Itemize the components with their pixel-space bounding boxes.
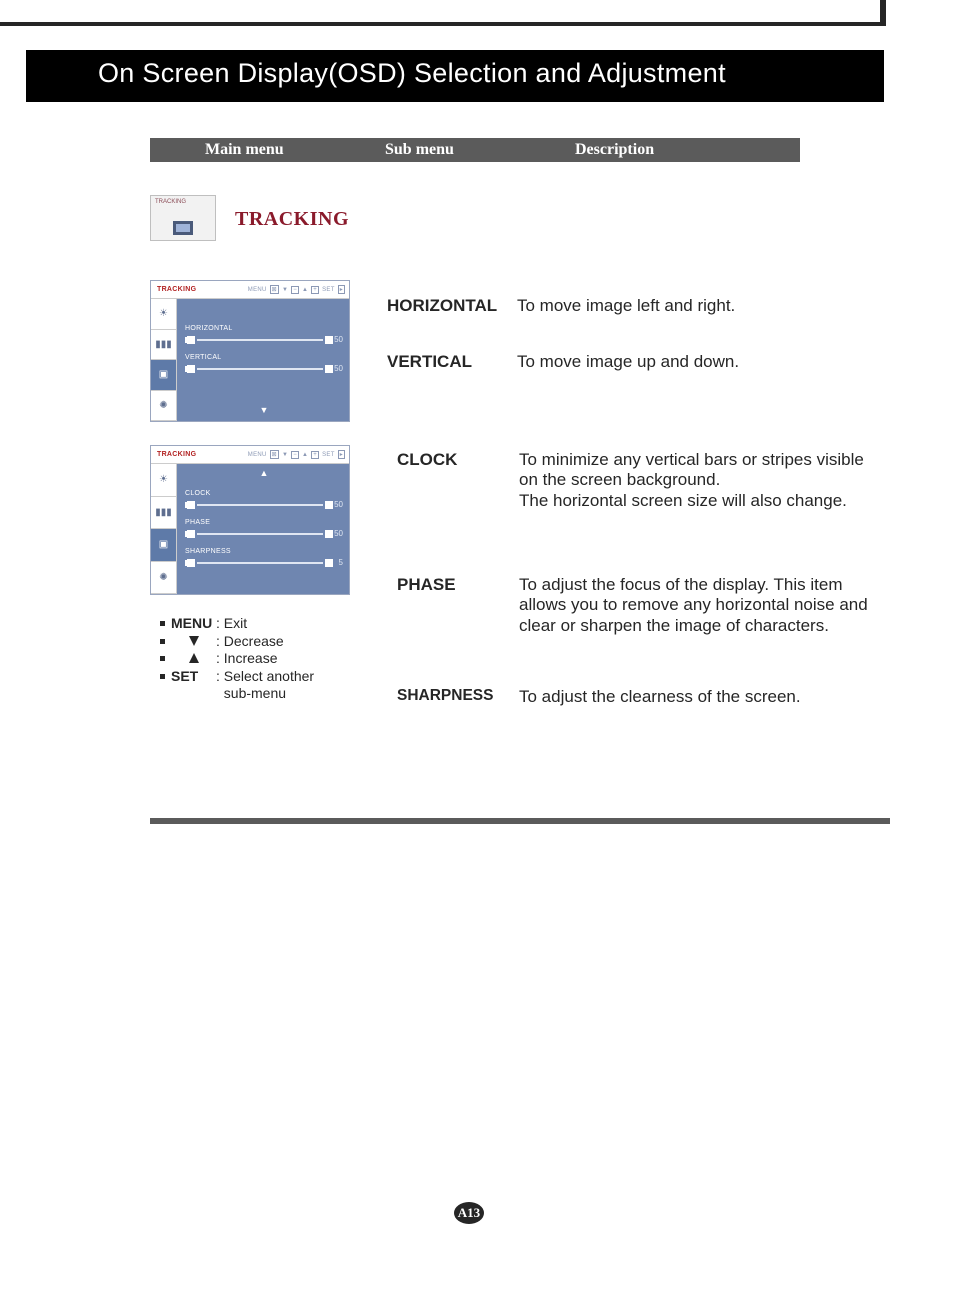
bullet-icon [160, 674, 165, 679]
osd2-menu-btn: MENU [248, 452, 267, 458]
desc-sharpness: SHARPNESS To adjust the clearness of the… [397, 687, 877, 711]
header-sub-menu: Sub menu [385, 141, 454, 159]
tracking-mini-icon [173, 221, 193, 235]
page-number: A13 [458, 1205, 480, 1221]
osd-screenshot-1: TRACKING MENU⊠ ▼− ▲+ SET▸ ☀ ▮▮▮ ▣ ✺ HORI… [150, 280, 350, 422]
osd2-panel: ▲ CLOCK 50 PHASE 50 SHARPNESS 5 [177, 464, 349, 594]
header-main-menu: Main menu [205, 141, 284, 159]
term-horizontal: HORIZONTAL [387, 296, 497, 316]
legend-increase: : Increase [160, 650, 314, 668]
osd2-header: TRACKING MENU⊠ ▼− ▲+ SET▸ [151, 446, 349, 464]
term-sharpness: SHARPNESS [397, 687, 493, 705]
desc-phase: PHASE To adjust the focus of the display… [397, 575, 877, 665]
osd1-title: TRACKING [157, 286, 196, 293]
osd1-panel: HORIZONTAL 50 VERTICAL 50 ▼ [177, 299, 349, 421]
osd2-title: TRACKING [157, 451, 196, 458]
tracking-icon: TRACKING [150, 195, 216, 241]
legend-increase-text: : Increase [216, 650, 277, 668]
bullet-icon [160, 656, 165, 661]
osd2-arrow-up-icon: ▲ [185, 468, 343, 478]
text-sharpness: To adjust the clearness of the screen. [519, 687, 879, 707]
osd2-sidebar: ☀ ▮▮▮ ▣ ✺ [151, 464, 177, 594]
term-vertical: VERTICAL [387, 352, 472, 372]
text-clock: To minimize any vertical bars or stripes… [519, 450, 879, 511]
osd1-row-horizontal: HORIZONTAL 50 [185, 325, 343, 344]
desc-vertical: VERTICAL To move image up and down. [387, 352, 867, 376]
osd1-row-vertical: VERTICAL 50 [185, 354, 343, 373]
column-header-bar: Main menu Sub menu Description [150, 138, 800, 162]
legend-menu-text: : Exit [216, 615, 247, 633]
legend-decrease-text: : Decrease [216, 633, 284, 651]
osd2-row-sharpness: SHARPNESS 5 [185, 548, 343, 567]
term-clock: CLOCK [397, 450, 457, 470]
tracking-tab-icon: ▣ [151, 529, 176, 562]
color-icon: ▮▮▮ [151, 330, 176, 361]
osd2-row-phase: PHASE 50 [185, 519, 343, 538]
triangle-up-icon [189, 653, 199, 663]
osd1-header: TRACKING MENU⊠ ▼− ▲+ SET▸ [151, 281, 349, 299]
legend-menu-key: MENU [171, 615, 216, 633]
page-title: On Screen Display(OSD) Selection and Adj… [98, 58, 726, 89]
desc-clock: CLOCK To minimize any vertical bars or s… [397, 450, 877, 540]
bullet-icon [160, 639, 165, 644]
divider [150, 818, 890, 824]
osd-screenshot-2: TRACKING MENU⊠ ▼− ▲+ SET▸ ☀ ▮▮▮ ▣ ✺ ▲ CL… [150, 445, 350, 595]
triangle-down-icon [189, 636, 199, 646]
tracking-icon-label: TRACKING [155, 199, 186, 205]
color-icon: ▮▮▮ [151, 497, 176, 530]
legend-menu: MENU : Exit [160, 615, 314, 633]
page-number-badge: A13 [454, 1202, 484, 1224]
osd1-vertical-label: VERTICAL [185, 354, 343, 361]
legend: MENU : Exit : Decrease : Increase SET : … [160, 615, 314, 703]
osd2-set-btn: SET [322, 452, 335, 458]
osd1-menu-btn: MENU [248, 287, 267, 293]
term-phase: PHASE [397, 575, 456, 595]
legend-set-key: SET [171, 668, 216, 686]
legend-set-cont: sub-menu [216, 685, 314, 703]
legend-decrease: : Decrease [160, 633, 314, 651]
tracking-heading: TRACKING [235, 208, 349, 231]
desc-horizontal: HORIZONTAL To move image left and right. [387, 296, 867, 320]
crop-mark-horizontal [0, 22, 886, 26]
text-vertical: To move image up and down. [517, 352, 867, 372]
crop-mark-vertical [880, 0, 886, 24]
osd2-row-clock: CLOCK 50 [185, 490, 343, 509]
text-horizontal: To move image left and right. [517, 296, 867, 316]
legend-set-text2: sub-menu [216, 685, 286, 703]
header-description: Description [575, 141, 654, 159]
osd2-clock-label: CLOCK [185, 490, 343, 497]
setup-icon: ✺ [151, 562, 176, 595]
osd2-sharpness-label: SHARPNESS [185, 548, 343, 555]
brightness-icon: ☀ [151, 299, 176, 330]
tracking-tab-icon: ▣ [151, 360, 176, 391]
setup-icon: ✺ [151, 391, 176, 422]
osd1-sidebar: ☀ ▮▮▮ ▣ ✺ [151, 299, 177, 421]
bullet-icon [160, 621, 165, 626]
text-phase: To adjust the focus of the display. This… [519, 575, 879, 636]
osd2-phase-label: PHASE [185, 519, 343, 526]
legend-set-text: : Select another [216, 668, 314, 686]
brightness-icon: ☀ [151, 464, 176, 497]
osd1-horizontal-label: HORIZONTAL [185, 325, 343, 332]
osd1-set-btn: SET [322, 287, 335, 293]
osd1-arrow-down-icon: ▼ [185, 405, 343, 417]
legend-set: SET : Select another [160, 668, 314, 686]
